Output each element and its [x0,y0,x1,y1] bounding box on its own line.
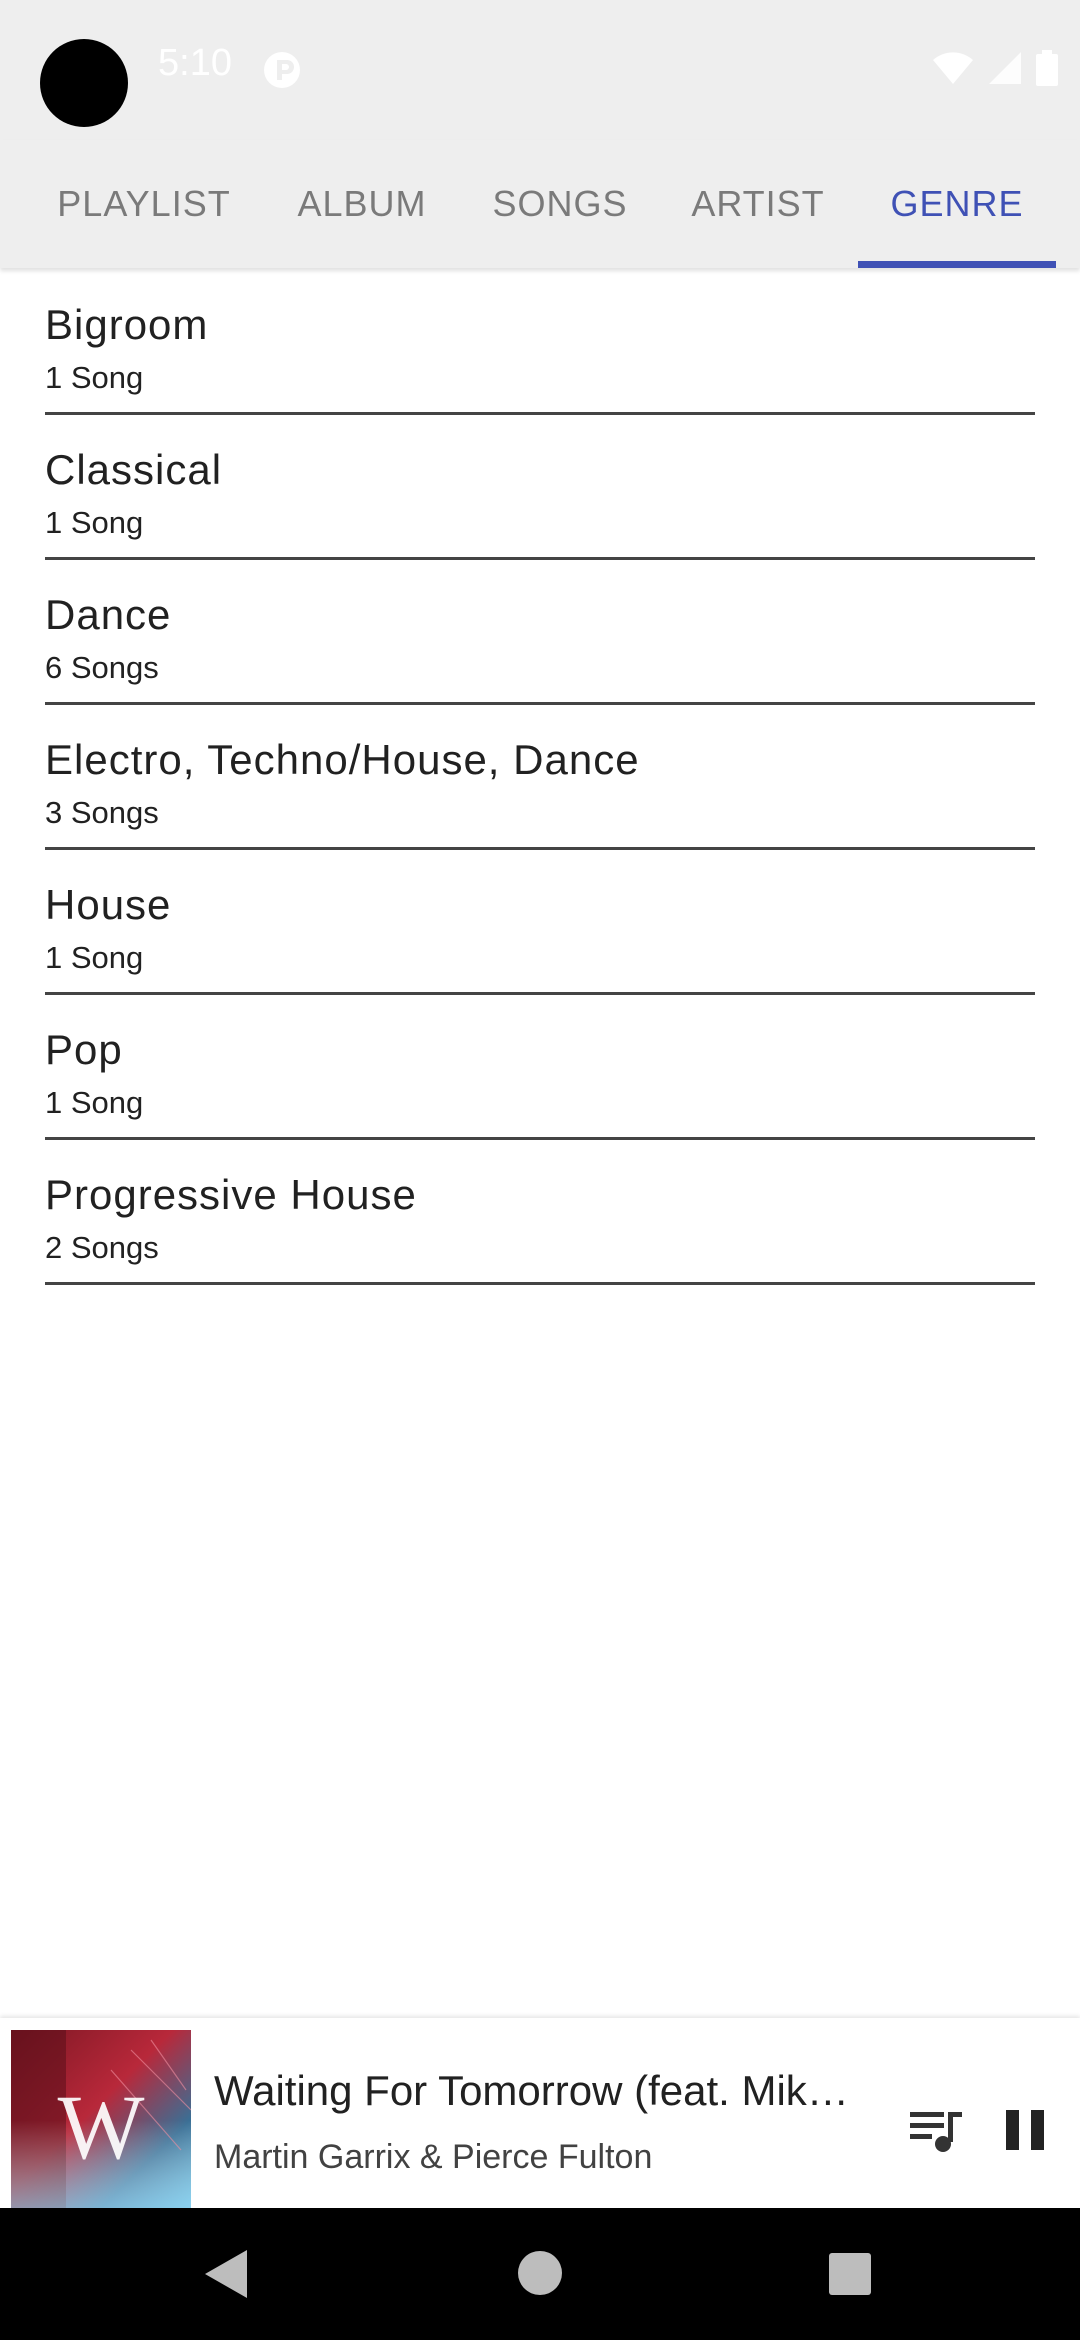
genre-item-progressive-house[interactable]: Progressive House 2 Songs [45,1140,1035,1285]
signal-icon [989,52,1021,84]
recent-apps-icon[interactable] [829,2253,871,2295]
genre-item-house[interactable]: House 1 Song [45,850,1035,995]
notification-icon [264,52,300,88]
tab-indicator [858,261,1056,268]
album-art[interactable]: W [11,2030,191,2208]
tab-genre[interactable]: GENRE [858,140,1056,268]
genre-song-count: 1 Song [45,1085,144,1120]
queue-music-icon[interactable] [906,2100,966,2160]
genre-name: House [45,881,172,928]
genre-name: Classical [45,446,223,493]
genre-list: Bigroom 1 Song Classical 1 Song Dance 6 … [0,270,1080,1285]
tab-playlist[interactable]: PLAYLIST [32,140,256,268]
track-title: Waiting For Tomorrow (feat. Mike Shinoda… [214,2068,864,2114]
genre-song-count: 6 Songs [45,650,159,685]
pause-icon[interactable] [1000,2100,1050,2160]
genre-name: Electro, Techno/House, Dance [45,736,640,783]
genre-name: Pop [45,1026,123,1073]
genre-item-dance[interactable]: Dance 6 Songs [45,560,1035,705]
genre-song-count: 3 Songs [45,795,159,830]
genre-song-count: 1 Song [45,505,144,540]
genre-name: Progressive House [45,1171,417,1218]
genre-song-count: 1 Song [45,940,144,975]
genre-item-pop[interactable]: Pop 1 Song [45,995,1035,1140]
genre-song-count: 1 Song [45,360,144,395]
status-icons [932,48,1058,88]
back-icon[interactable] [203,2248,251,2300]
camera-cutout [40,39,128,127]
tab-bar: PLAYLIST ALBUM SONGS ARTIST GENRE [0,140,1080,268]
album-art-letter: W [58,2076,145,2178]
genre-item-electro-techno-house-dance[interactable]: Electro, Techno/House, Dance 3 Songs [45,705,1035,850]
navigation-bar [0,2208,1080,2340]
status-bar: 5:10 [0,0,1080,140]
genre-name: Dance [45,591,172,638]
wifi-icon [933,52,973,84]
battery-icon [1036,50,1058,86]
tab-artist[interactable]: ARTIST [668,140,848,268]
genre-song-count: 2 Songs [45,1230,159,1265]
mini-player[interactable]: W Waiting For Tomorrow (feat. Mike Shino… [0,2018,1080,2208]
screen: 5:10 PLAYLIST ALBUM SONGS ARTIST GENRE B… [0,0,1080,2340]
tab-album[interactable]: ALBUM [272,140,452,268]
status-time: 5:10 [158,42,232,84]
genre-item-classical[interactable]: Classical 1 Song [45,415,1035,560]
track-artist: Martin Garrix & Pierce Fulton [214,2138,653,2176]
genre-name: Bigroom [45,301,209,348]
genre-item-bigroom[interactable]: Bigroom 1 Song [45,270,1035,415]
tab-songs[interactable]: SONGS [470,140,650,268]
home-icon[interactable] [518,2251,562,2295]
